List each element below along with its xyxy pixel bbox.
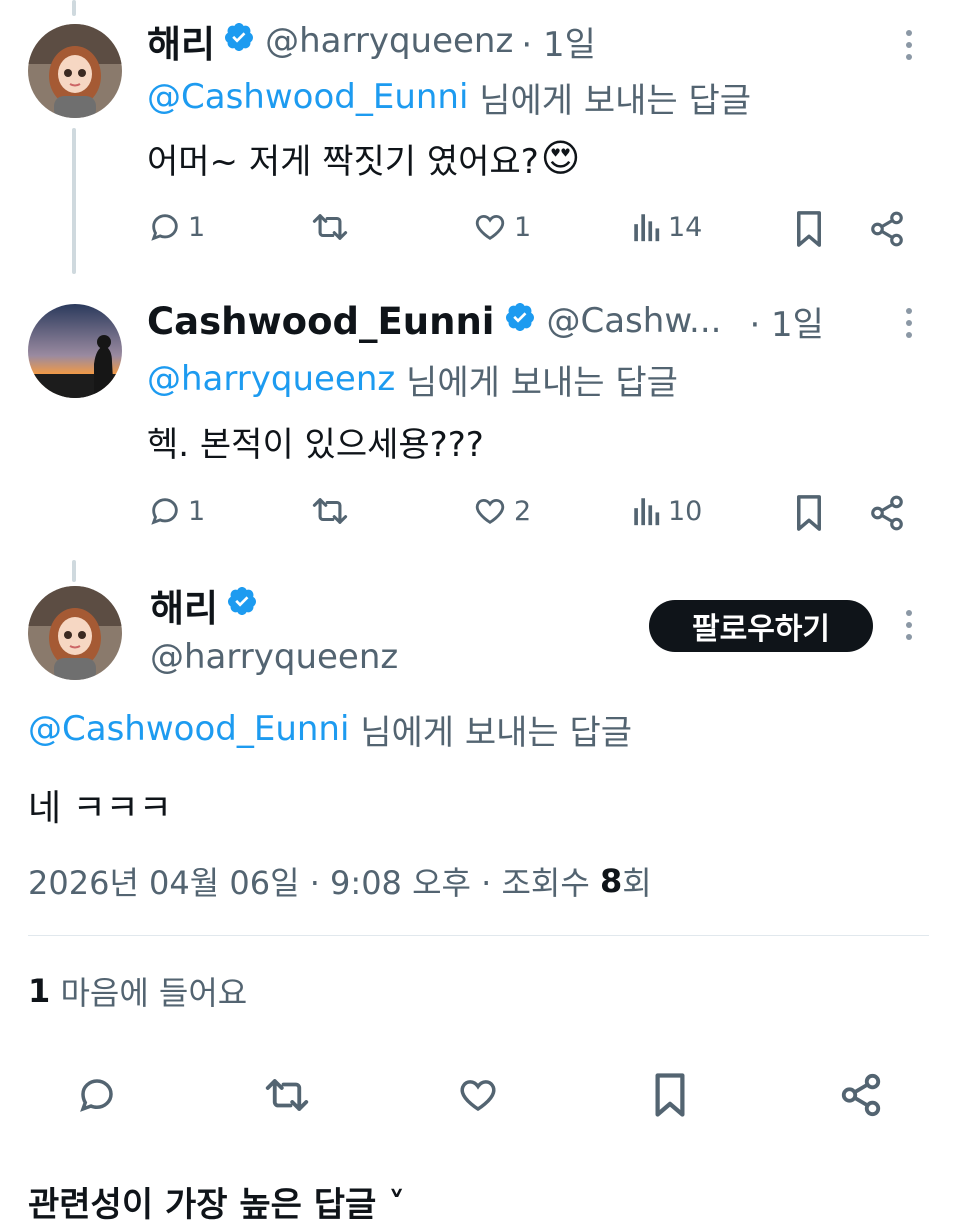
tweet-header: Cashwood_Eunni @Cashw... · 1일: [147, 297, 824, 346]
tweet-timestamp[interactable]: 2026년 04월 06일 · 9:08 오후 · 조회수: [28, 858, 600, 904]
analytics-icon: [634, 214, 660, 242]
share-button[interactable]: [868, 210, 906, 248]
section-header[interactable]: 관련성이 가장 높은 답글 ˅: [28, 1178, 405, 1225]
share-button[interactable]: [838, 1072, 884, 1118]
share-icon: [871, 211, 903, 247]
like-count: 2: [514, 495, 532, 527]
reply-icon: [151, 214, 178, 241]
tweet-metadata: 2026년 04월 06일 · 9:08 오후 · 조회수 8 회: [28, 858, 652, 904]
verified-badge-icon: [226, 585, 258, 626]
bookmark-icon: [655, 1073, 685, 1117]
analytics-icon: [634, 498, 660, 526]
tweet-text: 어머~ 저게 짝짓기 였어요? 😍: [147, 134, 580, 182]
reply-button[interactable]: 1: [148, 494, 205, 528]
thread-line-top: [72, 0, 76, 16]
user-handle[interactable]: @harryqueenz: [150, 634, 398, 680]
avatar[interactable]: [28, 24, 122, 118]
share-icon: [841, 1073, 881, 1117]
display-name[interactable]: Cashwood_Eunni: [147, 300, 494, 343]
likes-count: 1: [28, 972, 51, 1010]
reply-icon: [80, 1079, 113, 1112]
reply-context: @harryqueenz 님에게 보내는 답글: [147, 356, 678, 403]
more-options-icon[interactable]: [906, 308, 912, 344]
like-button[interactable]: 2: [472, 494, 531, 528]
heart-icon: [475, 498, 505, 524]
avatar[interactable]: [28, 304, 122, 398]
author-name-row: 해리: [150, 582, 258, 630]
views-button[interactable]: 14: [632, 210, 702, 244]
reply-button[interactable]: [76, 1074, 118, 1116]
thread-line: [72, 560, 76, 582]
reply-mention-link[interactable]: @Cashwood_Eunni: [147, 77, 468, 117]
reply-count: 1: [188, 211, 206, 243]
display-name[interactable]: 해리: [150, 578, 218, 632]
reply-count: 1: [188, 495, 206, 527]
likes-label: 마음에 들어요: [50, 974, 248, 1012]
tweet-body: 어머~ 저게 짝짓기 였어요?: [147, 141, 539, 182]
heart-icon: [475, 214, 505, 240]
display-name[interactable]: 해리: [147, 14, 215, 68]
retweet-button[interactable]: [262, 1074, 312, 1116]
reply-icon: [151, 498, 178, 525]
like-count: 1: [514, 211, 532, 243]
views-button[interactable]: 10: [632, 494, 702, 528]
like-button[interactable]: 1: [472, 210, 531, 244]
reply-context: @Cashwood_Eunni 님에게 보내는 답글: [28, 706, 633, 753]
more-options-icon[interactable]: [906, 30, 912, 66]
user-handle[interactable]: @Cashw...: [546, 301, 721, 341]
reply-button[interactable]: 1: [148, 210, 205, 244]
thread-line: [72, 128, 76, 274]
retweet-icon: [265, 1079, 309, 1111]
view-count: 10: [668, 495, 703, 527]
user-handle[interactable]: @harryqueenz: [265, 21, 513, 61]
bookmark-button[interactable]: [794, 494, 824, 532]
view-count: 8: [599, 862, 623, 900]
retweet-button[interactable]: [310, 210, 350, 244]
heart-eyes-emoji: 😍: [540, 136, 581, 180]
reply-label: 님에게 보내는 답글: [349, 712, 633, 753]
bookmark-icon: [797, 211, 821, 247]
verified-badge-icon: [223, 21, 255, 62]
retweet-icon: [312, 498, 348, 524]
reply-label: 님에게 보내는 답글: [468, 80, 752, 121]
tweet-body: 네 ㅋㅋㅋ: [28, 788, 172, 829]
retweet-icon: [312, 214, 348, 240]
view-unit: 회: [622, 864, 652, 902]
reply-label: 님에게 보내는 답글: [395, 362, 678, 403]
verified-badge-icon: [504, 301, 536, 342]
share-icon: [871, 495, 903, 531]
share-button[interactable]: [868, 494, 906, 532]
like-button[interactable]: [456, 1074, 500, 1116]
bookmark-icon: [797, 495, 821, 531]
retweet-button[interactable]: [310, 494, 350, 528]
reply-mention-link[interactable]: @harryqueenz: [147, 359, 395, 399]
tweet-time[interactable]: · 1일: [521, 17, 596, 66]
more-options-icon[interactable]: [906, 610, 912, 646]
tweet-body: 헥. 본적이 있으세용???: [147, 424, 484, 465]
view-count: 14: [668, 211, 703, 243]
heart-icon: [460, 1080, 496, 1112]
avatar[interactable]: [28, 586, 122, 680]
tweet-text: 헥. 본적이 있으세용???: [147, 418, 484, 465]
follow-button[interactable]: 팔로우하기: [649, 600, 873, 652]
likes-summary[interactable]: 1 마음에 들어요: [28, 968, 247, 1014]
bookmark-button[interactable]: [652, 1072, 688, 1118]
tweet-time[interactable]: · 1일: [749, 297, 824, 346]
reply-mention-link[interactable]: @Cashwood_Eunni: [28, 709, 349, 749]
divider: [28, 935, 929, 936]
bookmark-button[interactable]: [794, 210, 824, 248]
tweet-header: 해리 @harryqueenz · 1일: [147, 17, 596, 66]
reply-context: @Cashwood_Eunni 님에게 보내는 답글: [147, 74, 752, 121]
